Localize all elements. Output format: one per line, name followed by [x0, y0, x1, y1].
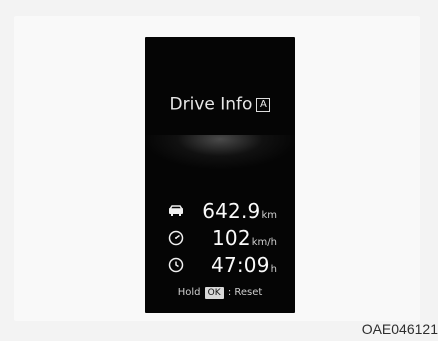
- speed-number: 102: [211, 226, 251, 250]
- speedometer-icon: [167, 229, 185, 247]
- distance-row: 642.9km: [145, 199, 295, 225]
- distance-icon: [167, 202, 185, 220]
- title-glow: [145, 135, 295, 169]
- reset-hint-prefix: Hold: [177, 287, 201, 298]
- time-unit: h: [270, 264, 277, 275]
- reset-hint: Hold OK : Reset: [145, 287, 295, 303]
- distance-unit: km: [261, 210, 277, 221]
- mode-badge: A: [256, 97, 271, 112]
- time-value: 47:09h: [211, 253, 277, 277]
- reset-hint-suffix: : Reset: [227, 287, 263, 298]
- ok-button-label: OK: [204, 287, 224, 299]
- clock-icon: [167, 256, 185, 274]
- figure-code: OAE046121: [361, 321, 438, 337]
- speed-row: 102km/h: [145, 226, 295, 252]
- distance-number: 642.9: [202, 199, 261, 223]
- cluster-display: Drive Info A 642.9km 102km/h 47:09h Hold…: [145, 37, 295, 313]
- distance-value: 642.9km: [202, 199, 277, 223]
- title-row: Drive Info A: [145, 94, 295, 120]
- speed-value: 102km/h: [212, 226, 277, 250]
- time-row: 47:09h: [145, 253, 295, 279]
- time-number: 47:09: [211, 253, 270, 277]
- speed-unit: km/h: [251, 237, 277, 248]
- page-title: Drive Info: [169, 94, 253, 115]
